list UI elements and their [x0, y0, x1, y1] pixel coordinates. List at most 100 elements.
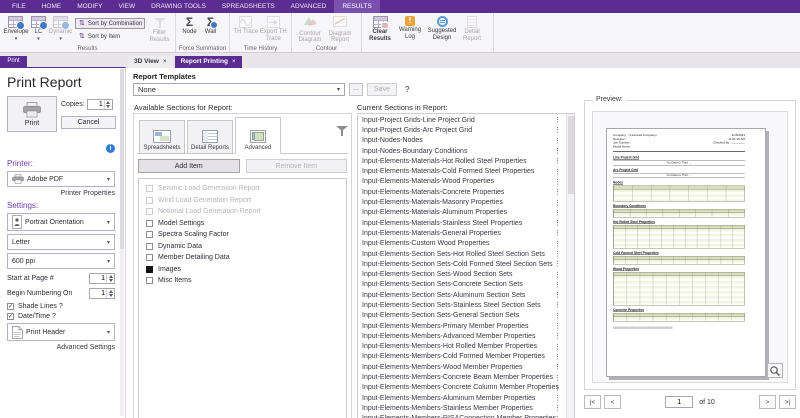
node-button[interactable]: Σ Node	[179, 15, 200, 36]
filter-results-button[interactable]: Filter Results	[147, 15, 172, 43]
drag-handle-icon[interactable]: ⋮	[554, 219, 561, 227]
drag-handle-icon[interactable]: ⋮	[554, 353, 561, 361]
ribbon-tab[interactable]: SPREADSHEETS	[214, 0, 283, 13]
report-section-row[interactable]: Input-Elements-Materials-Hot Rolled Stee…	[358, 156, 565, 166]
drag-handle-icon[interactable]: ⋮	[554, 312, 561, 320]
previous-page-button[interactable]: <	[604, 395, 621, 409]
section-checkbox-row[interactable]: Dynamic Data	[146, 241, 346, 253]
checkbox[interactable]	[146, 208, 153, 215]
info-icon[interactable]: i	[106, 144, 115, 153]
drag-handle-icon[interactable]: ⋮	[554, 229, 561, 237]
report-section-row[interactable]: Input-Elements-Section Sets-General Sect…	[358, 311, 565, 321]
section-checkbox-row[interactable]: Notional Load Generation Report	[146, 206, 346, 218]
advanced-settings-link[interactable]: Advanced Settings	[7, 344, 115, 351]
drag-handle-icon[interactable]: ⋮	[554, 116, 561, 124]
checkbox[interactable]	[146, 220, 153, 227]
section-checkbox-row[interactable]: Wind Load Generation Report	[146, 195, 346, 207]
section-checkbox-row[interactable]: Seismic Load Generation Report	[146, 183, 346, 195]
drag-handle-icon[interactable]: ⋮	[554, 322, 561, 330]
th-trace-button[interactable]: TH Trace	[233, 15, 259, 36]
report-section-row[interactable]: Input-Elements-Members-Concrete Column M…	[358, 383, 565, 393]
ribbon-tab[interactable]: RESULTS	[334, 0, 380, 13]
close-icon[interactable]: ×	[232, 56, 236, 68]
report-section-row[interactable]: Input-Elements-Members-Cold Formed Membe…	[358, 352, 565, 362]
filter-icon[interactable]	[336, 126, 348, 137]
ribbon-tab[interactable]: VIEW	[111, 0, 144, 13]
ribbon-tab[interactable]: DRAWING TOOLS	[143, 0, 214, 13]
close-icon[interactable]: ×	[163, 56, 167, 68]
drag-handle-icon[interactable]: ⋮	[554, 291, 561, 299]
report-section-row[interactable]: Input-Elements-Members-Hot Rolled Member…	[358, 342, 565, 352]
report-section-row[interactable]: Input-Elements-Members-Primary Member Pr…	[358, 321, 565, 331]
drag-handle-icon[interactable]: ⋮	[554, 394, 561, 402]
drag-handle-icon[interactable]: ⋮	[554, 199, 561, 207]
report-section-row[interactable]: Input-Elements-Section Sets-Aluminum Sec…	[358, 290, 565, 300]
drag-handle-icon[interactable]: ⋮	[554, 250, 561, 258]
tab-advanced[interactable]: Advanced	[235, 117, 281, 154]
checkbox[interactable]	[146, 231, 153, 238]
report-section-row[interactable]: Input-Elements-Materials-Stainless Steel…	[358, 218, 565, 228]
add-item-button[interactable]: Add Item	[138, 159, 240, 173]
report-section-row[interactable]: Input-Elements-Section Sets-Wood Section…	[358, 269, 565, 279]
diagram-report-button[interactable]: Diagram Report	[325, 15, 355, 44]
report-section-row[interactable]: Input-Project Grids-Line Project Grid ⋮	[358, 115, 565, 125]
printer-properties-link[interactable]: Printer Properties	[7, 190, 115, 197]
printer-select[interactable]: Adobe PDF ▾	[7, 171, 115, 187]
tab-3d-view[interactable]: 3D View ×	[128, 56, 173, 68]
report-section-row[interactable]: Input-Elements-Members-Wood Member Prope…	[358, 362, 565, 372]
drag-handle-icon[interactable]: ⋮	[554, 404, 561, 412]
tab-spreadsheets[interactable]: Spreadsheets	[139, 120, 185, 153]
drag-handle-icon[interactable]: ⋮	[554, 137, 561, 145]
report-section-row[interactable]: Input-Elements-Members-RISAConnection Me…	[358, 414, 565, 418]
drag-handle-icon[interactable]: ⋮	[554, 157, 561, 165]
section-checkbox-row[interactable]: Spectra Scaling Factor	[146, 229, 346, 241]
first-page-button[interactable]: |<	[584, 395, 601, 409]
report-section-row[interactable]: Input-Elements-Section Sets-Concrete Sec…	[358, 280, 565, 290]
drag-handle-icon[interactable]: ⋮	[554, 343, 561, 351]
spinner-buttons[interactable]	[106, 289, 114, 298]
report-section-row[interactable]: Input-Nodes-Nodes ⋮	[358, 136, 565, 146]
report-section-row[interactable]: Input-Elements-Section Sets-Stainless St…	[358, 300, 565, 310]
list-scrollbar[interactable]	[566, 114, 574, 418]
zoom-button[interactable]	[767, 363, 783, 378]
report-section-row[interactable]: Input-Elements-Materials-Cold Formed Ste…	[358, 166, 565, 176]
cancel-button[interactable]: Cancel	[61, 116, 116, 129]
ribbon-tab[interactable]: ADVANCED	[283, 0, 335, 13]
warning-log-button[interactable]: ! Warning Log	[395, 15, 425, 40]
dpi-select[interactable]: 600 ppi ▾	[7, 253, 115, 269]
envelope-button[interactable]: Envelope ▾	[3, 15, 29, 41]
export-th-trace-button[interactable]: Export TH Trace	[259, 15, 288, 42]
report-section-row[interactable]: Input-Elements-Members-Concrete Beam Mem…	[358, 372, 565, 382]
begin-numbering-input[interactable]	[90, 289, 106, 298]
wall-button[interactable]: Σ Wall	[200, 15, 221, 36]
report-section-row[interactable]: Input-Elements-Materials-Concrete Proper…	[358, 187, 565, 197]
print-button[interactable]: Print	[7, 96, 57, 132]
browse-templates-button[interactable]: ...	[349, 83, 363, 96]
checkbox[interactable]	[146, 185, 153, 192]
report-section-row[interactable]: Input-Elements-Members-Stainless Member …	[358, 403, 565, 413]
report-section-row[interactable]: Input-Elements-Materials-Wood Properties…	[358, 177, 565, 187]
scrollbar-thumb[interactable]	[120, 69, 124, 249]
checkbox-checked[interactable]: ✓	[7, 303, 14, 310]
panel-scrollbar[interactable]	[120, 69, 124, 416]
report-section-row[interactable]: Input-Elements-Members-Aluminum Member P…	[358, 393, 565, 403]
report-template-select[interactable]: None ▾	[133, 83, 345, 96]
last-page-button[interactable]: >|	[779, 395, 796, 409]
report-section-row[interactable]: Input-Elements-Custom Wood Properties ⋮	[358, 239, 565, 249]
help-icon[interactable]: ?	[405, 85, 409, 94]
report-section-row[interactable]: Input-Project Grids-Arc Project Grid ⋮	[358, 125, 565, 135]
report-section-row[interactable]: Input-Nodes-Boundary Conditions ⋮	[358, 146, 565, 156]
detail-report-button[interactable]: Detail Report	[459, 15, 485, 42]
drag-handle-icon[interactable]: ⋮	[554, 188, 561, 196]
tab-report-printing[interactable]: Report Printing ×	[175, 56, 242, 68]
report-section-row[interactable]: Input-Elements-Members-Advanced Member P…	[358, 331, 565, 341]
page-number-input[interactable]	[665, 396, 693, 408]
drag-handle-icon[interactable]: ⋮	[554, 147, 561, 155]
drag-handle-icon[interactable]: ⋮	[554, 374, 561, 382]
datetime-checkbox-row[interactable]: ✓ Date/Time ?	[7, 313, 115, 320]
start-at-page-input[interactable]	[90, 274, 106, 283]
drag-handle-icon[interactable]: ⋮	[554, 260, 561, 268]
section-checkbox-row[interactable]: Model Settings	[146, 218, 346, 230]
contour-diagram-button[interactable]: Contour Diagram	[295, 15, 325, 44]
lc-button[interactable]: LC ▾	[29, 15, 48, 41]
